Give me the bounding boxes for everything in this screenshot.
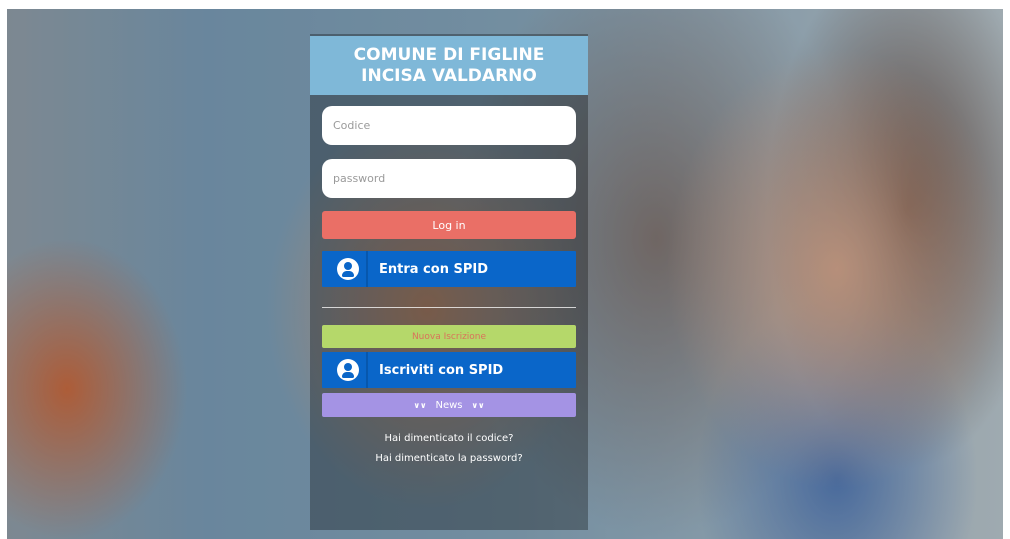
double-chevron-down-icon: ∨∨ — [413, 400, 427, 410]
spid-register-label: Iscriviti con SPID — [379, 362, 504, 378]
spid-register-button[interactable]: Iscriviti con SPID — [322, 352, 576, 388]
password-input[interactable] — [322, 159, 576, 198]
user-icon — [337, 359, 359, 381]
login-button[interactable]: Log in — [322, 211, 576, 239]
spid-login-label: Entra con SPID — [379, 261, 488, 277]
login-button-label: Log in — [432, 218, 466, 232]
municipality-header: COMUNE DI FIGLINE INCISA VALDARNO — [310, 36, 588, 95]
code-input[interactable] — [322, 106, 576, 145]
news-label: News — [435, 399, 463, 411]
page-title: COMUNE DI FIGLINE INCISA VALDARNO — [353, 44, 545, 86]
news-button[interactable]: ∨∨ News ∨∨ — [322, 393, 576, 417]
new-registration-button[interactable]: Nuova Iscrizione — [322, 325, 576, 348]
spid-login-button[interactable]: Entra con SPID — [322, 251, 576, 287]
user-icon — [337, 258, 359, 280]
double-chevron-down-icon: ∨∨ — [471, 400, 485, 410]
spid-separator — [366, 352, 368, 388]
section-divider — [322, 307, 576, 308]
forgot-password-link[interactable]: Hai dimenticato la password? — [310, 453, 588, 464]
new-registration-label: Nuova Iscrizione — [411, 331, 487, 342]
forgot-code-link[interactable]: Hai dimenticato il codice? — [310, 433, 588, 444]
spid-separator — [366, 251, 368, 287]
